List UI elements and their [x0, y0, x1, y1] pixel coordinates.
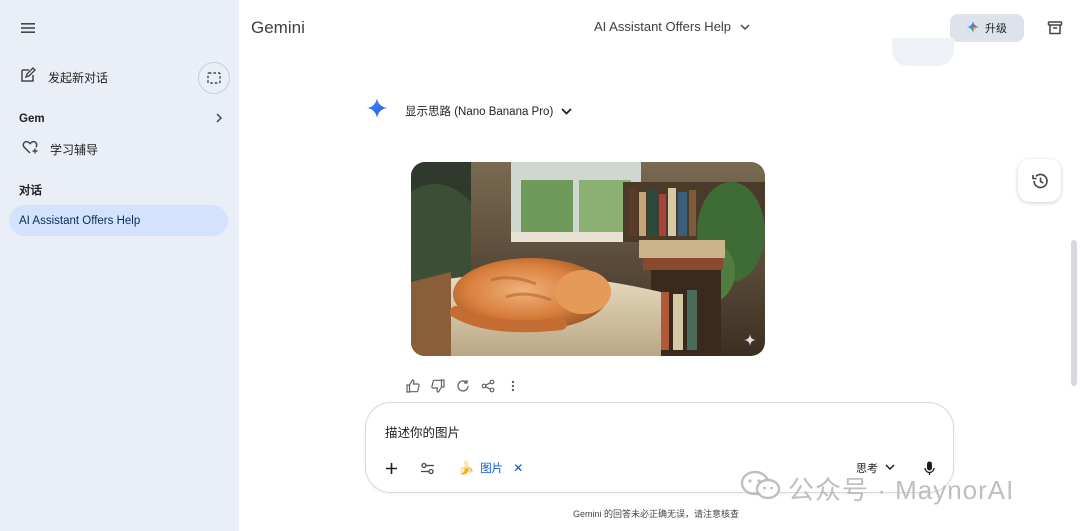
generated-image[interactable]	[411, 162, 765, 356]
plus-icon[interactable]	[382, 459, 400, 477]
conversation-title: AI Assistant Offers Help	[594, 19, 732, 34]
prompt-input[interactable]: 描述你的图片	[385, 422, 460, 441]
share-icon[interactable]	[480, 378, 496, 394]
conversation-title-dropdown[interactable]: AI Assistant Offers Help	[594, 19, 750, 34]
thinking-toggle[interactable]: 显示思路 (Nano Banana Pro)	[367, 98, 572, 123]
gem-label: Gem	[19, 113, 45, 125]
wechat-icon	[740, 470, 782, 507]
history-button[interactable]	[1018, 159, 1061, 202]
chevron-down-icon	[561, 102, 572, 120]
thumb-down-icon[interactable]	[430, 378, 446, 394]
chevron-down-icon	[740, 19, 750, 34]
watermark: 公众号 · MaynorAI	[740, 470, 1014, 507]
sparkle-icon	[967, 20, 979, 36]
edit-icon	[20, 66, 36, 88]
sidebar: 发起新对话 Gem 学习辅导 对话 AI Assistant Offers He…	[0, 0, 239, 531]
trash-icon[interactable]	[1045, 18, 1065, 38]
gem-heart-icon	[22, 139, 38, 160]
thinking-label: 显示思路 (Nano Banana Pro)	[405, 105, 554, 118]
gemini-star-icon	[367, 98, 387, 123]
menu-icon[interactable]	[18, 18, 38, 38]
close-icon[interactable]: ✕	[513, 461, 523, 475]
image-tool-chip[interactable]: 🍌 图片 ✕	[458, 460, 523, 476]
gem-section[interactable]: Gem	[19, 110, 223, 128]
watermark-text: 公众号 · MaynorAI	[788, 475, 1015, 505]
new-chat-label: 发起新对话	[48, 70, 109, 85]
conversation-item-active[interactable]: AI Assistant Offers Help	[9, 205, 228, 236]
new-chat-button[interactable]: 发起新对话	[20, 66, 108, 88]
banana-icon: 🍌	[458, 460, 475, 475]
tools-icon[interactable]	[418, 459, 436, 477]
brand-title[interactable]: Gemini	[251, 18, 305, 38]
scrollbar[interactable]	[1071, 240, 1077, 386]
upgrade-label: 升级	[985, 23, 1007, 35]
previous-message-bubble	[892, 38, 954, 66]
disclaimer-text: Gemini 的回答未必正确无误，请注意核查	[573, 509, 740, 519]
image-chip-label: 图片	[480, 463, 504, 475]
refresh-icon[interactable]	[455, 378, 471, 394]
temporary-chat-icon	[207, 72, 221, 84]
gem-study-item[interactable]: 学习辅导	[22, 139, 98, 159]
upgrade-button[interactable]: 升级	[950, 14, 1024, 42]
main-panel: Gemini AI Assistant Offers Help 升级 显示思路 …	[239, 0, 1080, 531]
more-icon[interactable]	[505, 378, 521, 394]
chevron-right-icon	[215, 110, 223, 128]
response-actions	[405, 378, 521, 394]
thumb-up-icon[interactable]	[405, 378, 421, 394]
study-label: 学习辅导	[50, 142, 99, 157]
history-icon	[1031, 173, 1048, 188]
temporary-chat-button[interactable]	[198, 62, 230, 94]
conversations-heading: 对话	[19, 185, 42, 197]
